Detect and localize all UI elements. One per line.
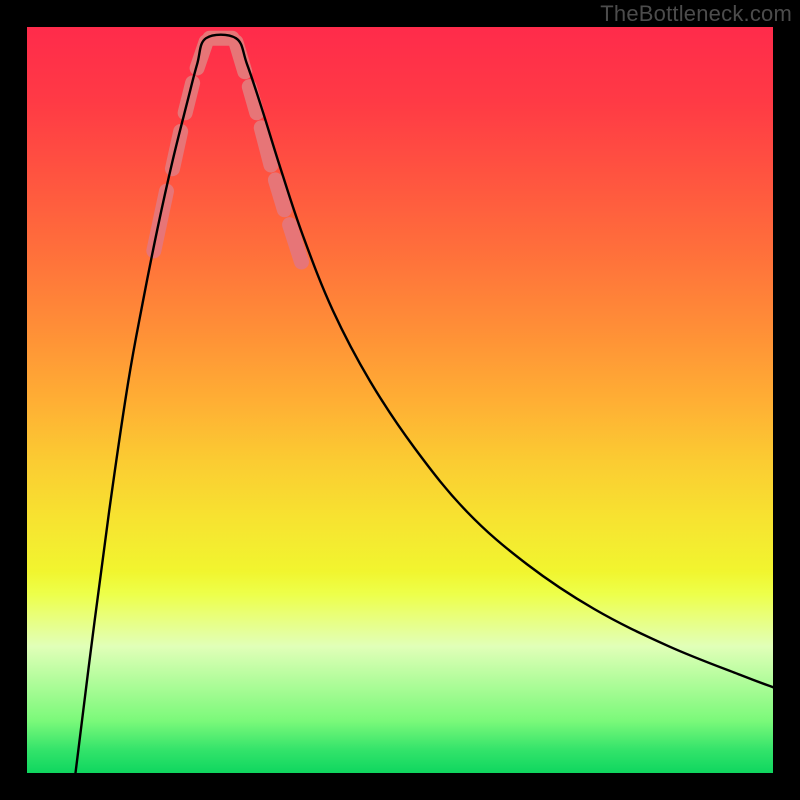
chart-frame: TheBottleneck.com [0,0,800,800]
gradient-background [27,27,773,773]
chart-plot-area [27,27,773,773]
chart-svg [27,27,773,773]
marker-segment [275,180,284,210]
watermark-text: TheBottleneck.com [600,1,792,27]
marker-segment [236,42,245,72]
